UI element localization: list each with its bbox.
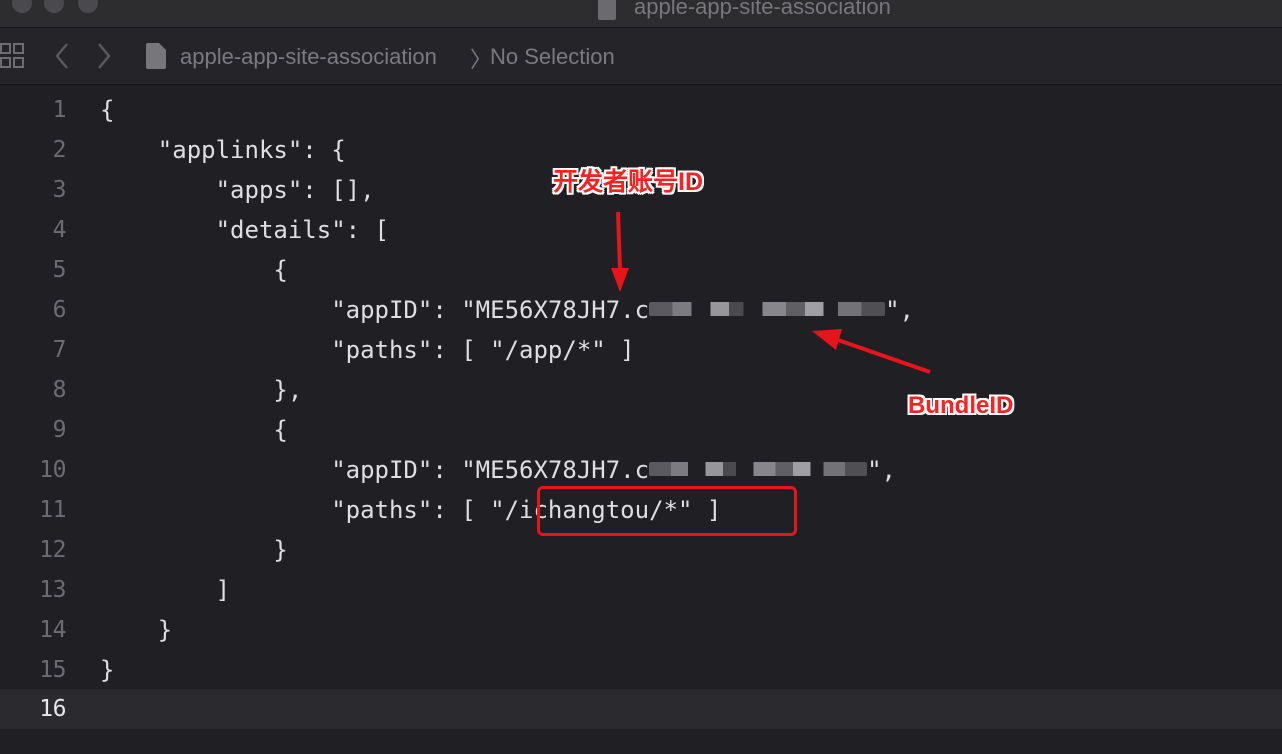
redacted-bundle-id: [649, 462, 868, 476]
code-line[interactable]: 6 "appID": "ME56X78JH7.c ",: [0, 290, 1282, 330]
zoom-window-button[interactable]: [78, 0, 98, 13]
breadcrumb-file[interactable]: apple-app-site-association: [180, 44, 437, 70]
line-text: "apps": [],: [100, 176, 375, 204]
line-number: 16: [39, 696, 66, 722]
line-number: 3: [52, 177, 67, 203]
current-code-line[interactable]: 16: [0, 689, 1282, 729]
code-line[interactable]: 12 }: [0, 530, 1282, 570]
line-number: 10: [39, 457, 66, 483]
close-window-button[interactable]: [12, 0, 32, 13]
line-text: ]: [100, 576, 231, 604]
code-line[interactable]: 7 "paths": [ "/app/*" ]: [0, 330, 1282, 370]
jump-bar: apple-app-site-association 〉 No Selectio…: [0, 28, 1282, 85]
chevron-left-icon[interactable]: [52, 40, 72, 72]
line-number: 8: [52, 377, 67, 403]
line-text: {: [100, 416, 288, 444]
bundle-id-annotation: BundleID: [908, 392, 1014, 419]
document-icon: [598, 0, 616, 20]
line-text: "appID": "ME56X78JH7.c ",: [100, 450, 896, 490]
code-line[interactable]: 1 {: [0, 90, 1282, 130]
line-number: 15: [39, 657, 66, 683]
line-text: {: [100, 256, 288, 284]
line-number: 1: [52, 97, 67, 123]
app-id-prefix: "appID": "ME56X78JH7.c: [100, 456, 650, 484]
code-line[interactable]: 5 {: [0, 250, 1282, 290]
app-id-suffix: ",: [885, 296, 914, 324]
line-number: 7: [52, 337, 67, 363]
title-bar: apple-app-site-association: [0, 0, 1282, 28]
line-text: "appID": "ME56X78JH7.c ",: [100, 290, 914, 330]
code-line[interactable]: 4 "details": [: [0, 210, 1282, 250]
line-number: 11: [39, 497, 66, 523]
breadcrumb-selection[interactable]: No Selection: [490, 44, 615, 70]
window-title: apple-app-site-association: [634, 0, 891, 19]
line-number: 14: [39, 617, 66, 643]
line-text: {: [100, 96, 115, 124]
line-text: }: [100, 656, 115, 684]
line-text: "applinks": {: [100, 136, 346, 164]
line-text: }: [100, 536, 288, 564]
line-number: 13: [39, 577, 66, 603]
line-number: 5: [52, 257, 67, 283]
breadcrumb-separator: 〉: [470, 47, 493, 72]
line-number: 4: [52, 217, 67, 243]
code-line[interactable]: 9 {: [0, 410, 1282, 450]
minimize-window-button[interactable]: [44, 0, 64, 13]
xcode-window: apple-app-site-association apple-app-sit…: [0, 0, 1282, 754]
chevron-right-icon[interactable]: [94, 40, 114, 72]
line-number: 12: [39, 537, 66, 563]
line-text: }: [100, 616, 173, 644]
redacted-bundle-id: [649, 302, 886, 316]
line-number: 2: [52, 137, 67, 163]
line-text: },: [100, 376, 303, 404]
file-icon: [146, 43, 166, 69]
line-number: 6: [52, 297, 67, 323]
developer-id-annotation: 开发者账号ID: [553, 168, 704, 196]
app-id-prefix: "appID": "ME56X78JH7.c: [100, 296, 650, 324]
app-id-suffix: ",: [867, 456, 896, 484]
line-text: "paths": [ "/app/*" ]: [100, 336, 635, 364]
related-items-grid-icon[interactable]: [0, 42, 26, 70]
code-line[interactable]: 13 ]: [0, 570, 1282, 610]
code-line[interactable]: 10 "appID": "ME56X78JH7.c ",: [0, 450, 1282, 490]
code-line[interactable]: 8 },: [0, 370, 1282, 410]
line-text: "details": [: [100, 216, 389, 244]
paths-highlight-box: [537, 486, 797, 536]
code-line[interactable]: 15 }: [0, 650, 1282, 690]
code-line[interactable]: 14 }: [0, 610, 1282, 650]
line-number: 9: [52, 417, 67, 443]
